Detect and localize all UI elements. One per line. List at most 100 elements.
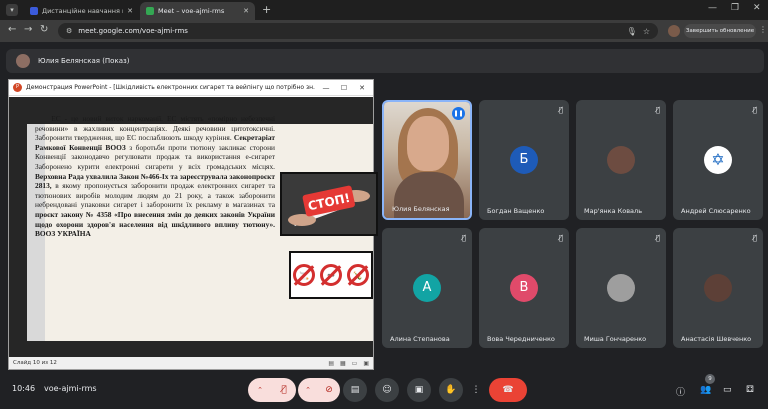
participant-avatar — [607, 274, 635, 302]
clock: 10:46 — [12, 384, 36, 393]
close-window-icon[interactable]: ✕ — [753, 3, 761, 13]
participant-tile[interactable]: 🎙̸ А Алина Степанова — [382, 228, 472, 348]
participant-avatar — [607, 146, 635, 174]
meet-control-bar: 10:46 voe-ajmi-rms ⌃ 🎙̸ ⌃ ⊘ ▤ ☺ ▣ ✋ ⋮ ☎ … — [0, 372, 768, 409]
participant-name: Анастасія Шевченко — [681, 335, 752, 343]
tab-title: Meet – voe-ajmi-rms — [158, 7, 225, 15]
microphone-icon[interactable]: 🎙 — [627, 27, 637, 36]
participant-name: Юлия Белянская — [392, 205, 450, 213]
more-options-button[interactable]: ⋮ — [468, 378, 484, 402]
slide-bold-3: проєкт закону № 4358 «Про внесення змін … — [35, 209, 275, 239]
site-info-icon[interactable]: ⚙ — [66, 27, 72, 35]
participant-avatar: В — [510, 274, 538, 302]
participant-tile[interactable]: 🎙̸ Мар'янка Коваль — [576, 100, 666, 220]
captions-icon: ▤ — [350, 385, 360, 395]
participant-tile[interactable]: 🎙̸ В Вова Чередниченко — [479, 228, 569, 348]
ppt-status-bar: Слайд 10 из 12 ▤ ▦ ▭ ▣ — [9, 357, 373, 369]
activities-icon[interactable]: ⚃ — [746, 385, 754, 395]
maximize-icon[interactable]: ☐ — [337, 84, 351, 92]
participant-tile[interactable]: 🎙̸ ✡ Андрей Слюсаренко — [673, 100, 763, 220]
bookmark-star-icon[interactable]: ☆ — [643, 27, 650, 36]
no-alcohol-icon: 🍾 — [346, 264, 369, 286]
participant-name: Алина Степанова — [390, 335, 450, 343]
participant-tile-speaker[interactable]: ❚❚ Юлия Белянская — [382, 100, 472, 220]
mic-off-icon: 🎙̸ — [558, 106, 563, 114]
leave-call-button[interactable]: ☎ — [489, 378, 527, 402]
info-icon[interactable]: ⓘ — [676, 385, 685, 398]
mic-off-icon: 🎙̸ — [752, 234, 757, 242]
maximize-icon[interactable]: ❐ — [731, 3, 739, 13]
browser-tab-strip: ▾ Дистанційне навчання в ВСП ✕ Meet – vo… — [0, 0, 768, 20]
slide-sorter-icon[interactable]: ▦ — [340, 360, 346, 367]
tab-search-icon[interactable]: ▾ — [6, 4, 18, 16]
browser-toolbar: ← → ↻ ⚙ meet.google.com/voe-ajmi-rms 🎙 ☆… — [0, 20, 768, 42]
no-vaping-icon: ⚯ — [319, 264, 342, 286]
raise-hand-icon: ✋ — [445, 385, 457, 395]
participant-name: Мар'янка Коваль — [584, 207, 643, 215]
no-smoking-icon: 🚬 — [293, 264, 316, 286]
minimize-icon[interactable]: — — [319, 84, 333, 92]
participants-count-badge: 9 — [705, 374, 715, 384]
emoji-button[interactable]: ☺ — [375, 378, 399, 402]
slide-paragraph-3: в якому пропонується заборонити продаж е… — [35, 181, 275, 210]
meet-favicon-icon — [146, 7, 154, 15]
tab-title: Дистанційне навчання в ВСП — [42, 7, 123, 15]
chevron-up-icon[interactable]: ⌃ — [257, 386, 263, 394]
captions-button[interactable]: ▤ — [343, 378, 367, 402]
camera-off-icon[interactable]: ⊘ — [325, 385, 333, 395]
chevron-up-icon[interactable]: ⌃ — [305, 386, 311, 394]
camera-control[interactable]: ⌃ ⊘ — [298, 378, 340, 402]
participant-tile[interactable]: 🎙̸ Анастасія Шевченко — [673, 228, 763, 348]
speaking-indicator-icon: ❚❚ — [452, 107, 465, 120]
slideshow-icon[interactable]: ▣ — [363, 360, 369, 367]
stop-image-graphic: СТОП! — [282, 174, 376, 234]
present-screen-icon: ▣ — [414, 385, 424, 395]
browser-tab-meet[interactable]: Meet – voe-ajmi-rms ✕ — [140, 2, 255, 20]
participant-name: Андрей Слюсаренко — [681, 207, 751, 215]
microphone-control[interactable]: ⌃ 🎙̸ — [248, 378, 296, 402]
profile-avatar[interactable] — [668, 25, 680, 37]
stop-smoking-image: СТОП! — [280, 172, 378, 236]
back-icon[interactable]: ← — [8, 24, 16, 35]
close-tab-icon[interactable]: ✕ — [127, 7, 133, 15]
update-button[interactable]: Завершить обновление — [684, 24, 756, 38]
reading-view-icon[interactable]: ▭ — [352, 360, 358, 367]
participant-avatar: Б — [510, 146, 538, 174]
mic-off-icon: 🎙̸ — [655, 234, 660, 242]
presenter-label: Юлия Белянская (Показ) — [38, 57, 130, 65]
participant-tile[interactable]: 🎙̸ Б Богдан Ващенко — [479, 100, 569, 220]
mic-off-icon: 🎙̸ — [558, 234, 563, 242]
shared-screen-powerpoint: P Демонстрация PowerPoint - [Шкідливість… — [8, 79, 378, 370]
israel-flag-avatar: ✡ — [704, 146, 732, 174]
slide-counter: Слайд 10 из 12 — [13, 360, 57, 366]
normal-view-icon[interactable]: ▤ — [328, 360, 334, 367]
present-button[interactable]: ▣ — [407, 378, 431, 402]
emoji-icon: ☺ — [382, 385, 392, 395]
mic-off-icon: 🎙̸ — [655, 106, 660, 114]
mic-off-icon: 🎙̸ — [752, 106, 757, 114]
hang-up-icon: ☎ — [502, 385, 514, 395]
no-smoking-signs-image: 🚬 ⚯ 🍾 — [289, 251, 373, 299]
tab-favicon-icon — [30, 7, 38, 15]
mic-off-icon[interactable]: 🎙̸ — [281, 385, 286, 395]
more-menu-icon[interactable]: ⋮ — [759, 25, 767, 34]
close-tab-icon[interactable]: ✕ — [243, 7, 249, 15]
presenter-bar: Юлия Белянская (Показ) — [6, 49, 764, 73]
plus-icon[interactable]: + — [262, 3, 271, 16]
participant-avatar: А — [413, 274, 441, 302]
address-bar[interactable]: ⚙ meet.google.com/voe-ajmi-rms 🎙 ☆ — [58, 23, 658, 39]
participant-tile[interactable]: 🎙̸ Миша Гончаренко — [576, 228, 666, 348]
forward-icon[interactable]: → — [24, 24, 32, 35]
reload-icon[interactable]: ↻ — [40, 24, 48, 35]
chat-icon[interactable]: ▭ — [723, 385, 732, 395]
raise-hand-button[interactable]: ✋ — [439, 378, 463, 402]
close-icon[interactable]: ✕ — [355, 84, 369, 92]
ppt-title-bar: P Демонстрация PowerPoint - [Шкідливість… — [9, 80, 373, 96]
browser-tab-distance-learning[interactable]: Дистанційне навчання в ВСП ✕ — [24, 2, 139, 20]
url-text: meet.google.com/voe-ajmi-rms — [78, 27, 188, 35]
presenter-avatar — [16, 54, 30, 68]
participant-name: Миша Гончаренко — [584, 335, 647, 343]
people-icon[interactable]: 👥 — [700, 385, 711, 395]
minimize-icon[interactable]: — — [708, 3, 717, 13]
mic-off-icon: 🎙̸ — [461, 234, 466, 242]
